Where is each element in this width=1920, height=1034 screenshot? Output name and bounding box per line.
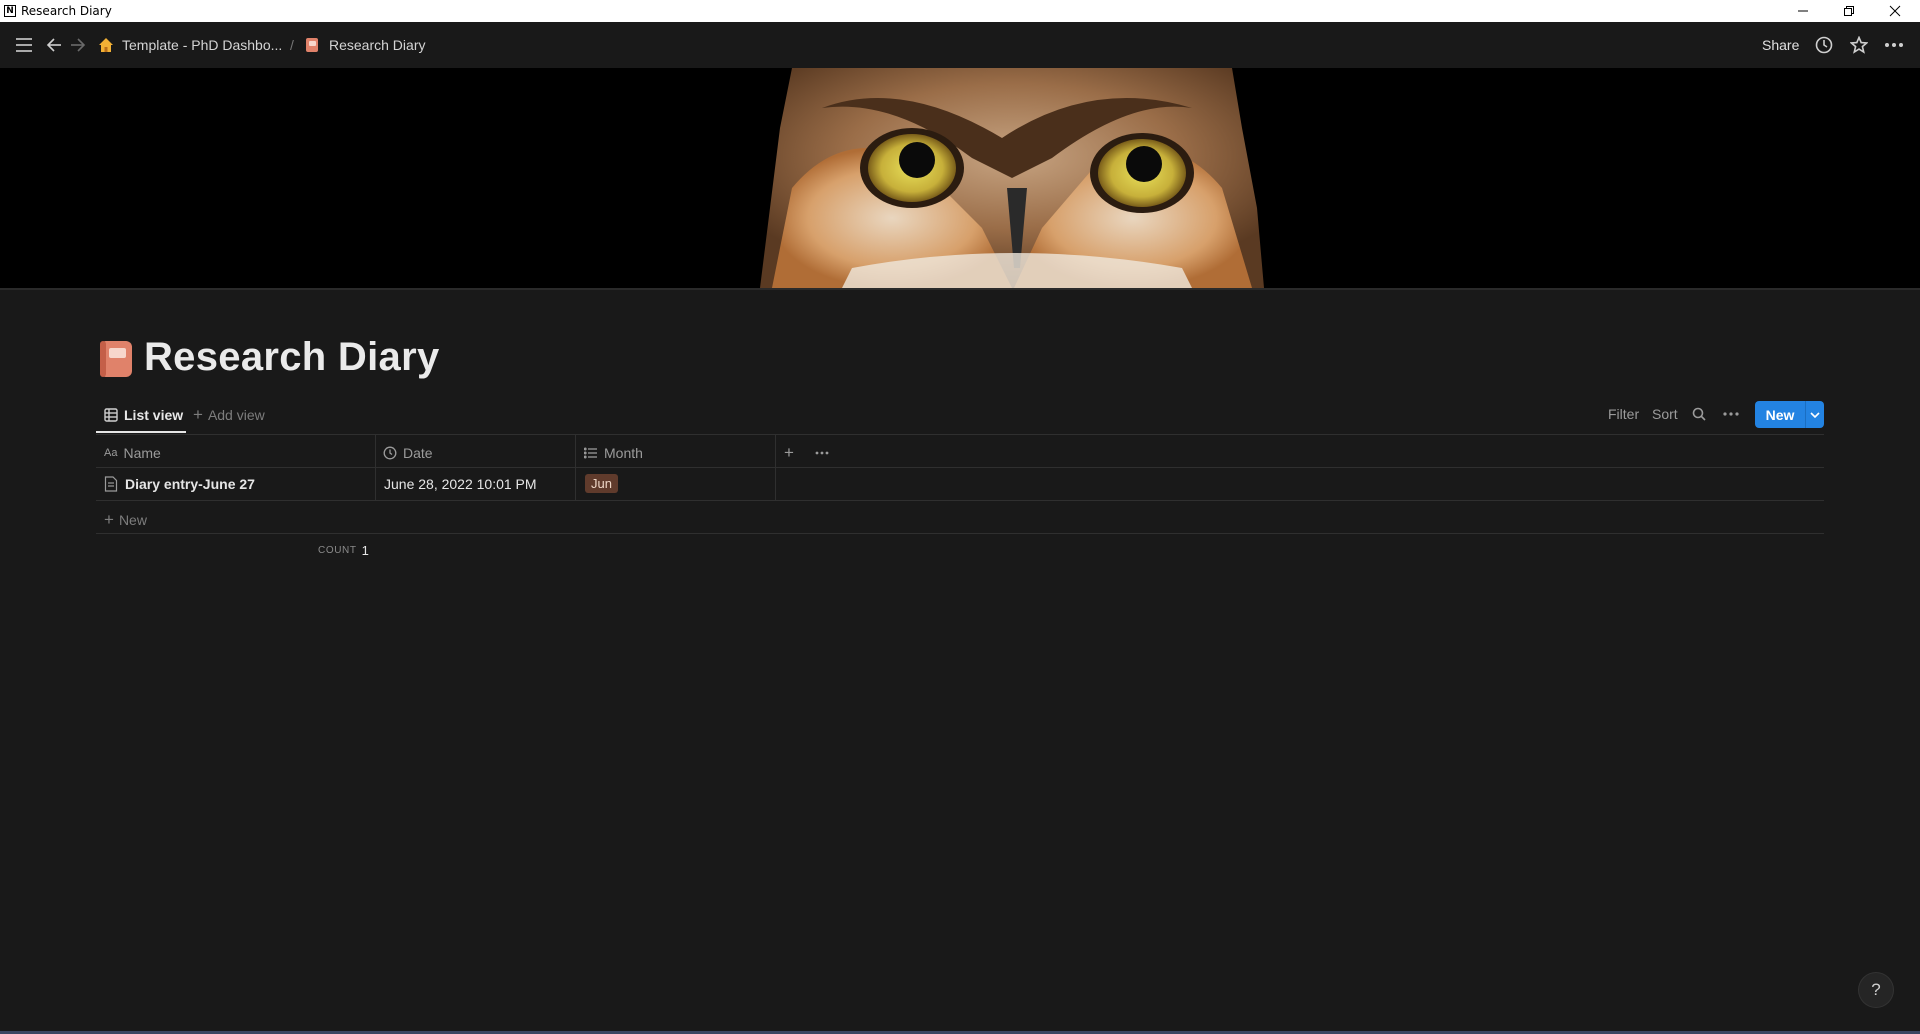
database-more-icon[interactable] — [1723, 402, 1739, 426]
share-button[interactable]: Share — [1762, 22, 1799, 68]
more-options-icon[interactable] — [1883, 35, 1905, 55]
restore-button[interactable] — [1826, 0, 1872, 22]
text-icon: Aa — [104, 447, 118, 459]
notebook-icon — [305, 37, 319, 53]
minimize-button[interactable] — [1780, 0, 1826, 22]
count-summary[interactable]: COUNT 1 — [318, 542, 369, 558]
table-row[interactable]: Diary entry-June 27 — [104, 467, 255, 500]
notebook-page-icon[interactable] — [99, 340, 133, 378]
row-name[interactable]: Diary entry-June 27 — [125, 476, 255, 492]
new-row-button[interactable]: + New — [104, 505, 147, 535]
column-more-icon[interactable] — [815, 438, 829, 468]
header-bottom-border — [96, 467, 1824, 468]
add-view-button[interactable]: + Add view — [193, 404, 265, 426]
plus-icon: + — [193, 405, 203, 424]
owl-cover-illustration — [760, 68, 1264, 288]
breadcrumb-current[interactable]: Research Diary — [329, 22, 425, 68]
month-tag: Jun — [585, 474, 618, 493]
history-clock-icon[interactable] — [1814, 35, 1834, 55]
plus-icon: + — [104, 510, 114, 529]
tab-list-view[interactable]: List view — [104, 404, 183, 426]
help-button[interactable]: ? — [1859, 973, 1893, 1007]
active-tab-underline — [96, 431, 186, 433]
sort-button[interactable]: Sort — [1652, 402, 1678, 426]
chevron-down-icon[interactable] — [1806, 411, 1824, 418]
column-header-label: Date — [403, 445, 433, 461]
add-property-button[interactable]: + — [784, 438, 794, 468]
cover-image[interactable] — [0, 68, 1920, 288]
menu-icon[interactable] — [13, 34, 35, 56]
new-row-label: New — [118, 512, 147, 528]
page-document-icon — [104, 475, 118, 492]
column-header-label: Month — [604, 445, 643, 461]
list-icon — [584, 447, 597, 459]
count-value: 1 — [361, 542, 369, 558]
new-row-bottom-border — [96, 533, 1824, 534]
clock-icon — [383, 446, 397, 460]
breadcrumb-parent[interactable]: Template - PhD Dashbo... — [122, 22, 282, 68]
new-button[interactable]: New — [1755, 401, 1824, 428]
breadcrumb-separator: / — [290, 37, 294, 53]
window-title: Research Diary — [21, 4, 112, 18]
table-top-border — [96, 434, 1824, 435]
row-bottom-border — [96, 500, 1824, 501]
count-label: COUNT — [318, 544, 357, 556]
column-header-label: Name — [123, 445, 161, 461]
add-view-label: Add view — [207, 407, 265, 423]
page-title[interactable]: Research Diary — [144, 335, 440, 380]
home-icon — [97, 36, 115, 54]
row-date[interactable]: June 28, 2022 10:01 PM — [384, 467, 537, 500]
table-icon — [104, 408, 118, 422]
forward-arrow-icon[interactable] — [67, 34, 89, 56]
top-navigation-bar: Template - PhD Dashbo... / Research Diar… — [0, 22, 1920, 68]
filter-button[interactable]: Filter — [1608, 402, 1639, 426]
back-arrow-icon[interactable] — [43, 34, 65, 56]
new-button-label: New — [1765, 406, 1795, 423]
tab-list-view-label: List view — [124, 407, 184, 423]
column-header-month[interactable]: Month — [584, 438, 643, 468]
close-window-button[interactable] — [1872, 0, 1918, 22]
column-header-name[interactable]: Aa Name — [104, 438, 161, 468]
favorite-star-icon[interactable] — [1849, 35, 1869, 55]
window-titlebar: N Research Diary — [0, 0, 1920, 22]
column-divider — [775, 434, 776, 500]
column-header-date[interactable]: Date — [383, 438, 433, 468]
column-divider — [375, 434, 376, 500]
column-divider — [575, 434, 576, 500]
cover-divider — [0, 288, 1920, 290]
search-icon[interactable] — [1692, 402, 1706, 426]
row-month-cell[interactable]: Jun — [585, 467, 618, 500]
notion-logo-icon: N — [4, 5, 16, 17]
